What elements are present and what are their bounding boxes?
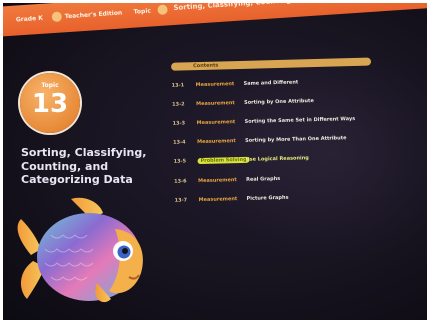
lesson-number: 13-3	[172, 120, 186, 127]
lesson-number: 13-5	[173, 158, 187, 165]
tail-fin-top	[17, 219, 41, 255]
lesson-title: Use Logical Reasoning	[245, 155, 309, 163]
lesson-strand-highlight: Problem Solving	[197, 156, 250, 165]
lesson-strand: Measurement	[196, 100, 235, 108]
lesson-strand: Measurement	[196, 119, 236, 127]
lesson-title: Sorting by One Attribute	[243, 98, 314, 106]
fish-eye-pupil	[122, 248, 128, 254]
header-topic-tag: Topic	[133, 7, 152, 16]
contents-header-label: Contents	[193, 62, 219, 70]
topic-title: Sorting, Classifying, Counting, and Cate…	[21, 146, 161, 187]
lesson-number: 13-6	[174, 178, 187, 185]
contents-header-bar: Contents	[170, 57, 372, 71]
lesson-strand: Measurement	[198, 177, 237, 185]
lesson-title: Sorting the Same Set in Different Ways	[244, 115, 356, 125]
lesson-strand: Measurement	[195, 81, 235, 89]
topic-title-line-3: Categorizing Data	[21, 173, 133, 186]
topic-badge: Topic 13	[20, 73, 80, 133]
page-header-band: Grade K Teacher's Edition Topic Sorting,…	[3, 3, 427, 37]
textbook-page-photo: Grade K Teacher's Edition Topic Sorting,…	[3, 3, 427, 320]
topic-badge-label: Topic	[41, 82, 59, 89]
topic-badge-number: 13	[31, 89, 69, 119]
header-unit: Grade K	[15, 14, 44, 24]
contents-panel: Contents 13-1 Measurement Same and Diffe…	[163, 56, 427, 223]
header-edition: Teacher's Edition	[64, 9, 123, 21]
topic-title-line-1: Sorting, Classifying,	[21, 146, 147, 159]
lesson-title: Sorting by More Than One Attribute	[244, 135, 347, 144]
lesson-number: 13-4	[173, 139, 186, 146]
lesson-number: 13-1	[171, 82, 185, 89]
lesson-title: Picture Graphs	[246, 194, 289, 202]
lesson-title: Real Graphs	[246, 175, 281, 183]
rainbow-fish-illustration	[17, 197, 143, 303]
header-edition-icon	[51, 11, 63, 23]
lesson-title: Same and Different	[243, 79, 299, 87]
lesson-number: 13-2	[172, 101, 185, 108]
topic-title-line-2: Counting, and	[21, 159, 109, 173]
header-title: Sorting, Classifying, Counting, and Cate…	[173, 3, 384, 12]
header-topic-icon	[157, 4, 168, 16]
lesson-number: 13-7	[174, 197, 188, 204]
lesson-strand: Measurement	[197, 138, 236, 146]
photo-frame: Grade K Teacher's Edition Topic Sorting,…	[0, 0, 430, 323]
lesson-strand: Measurement	[198, 196, 238, 204]
